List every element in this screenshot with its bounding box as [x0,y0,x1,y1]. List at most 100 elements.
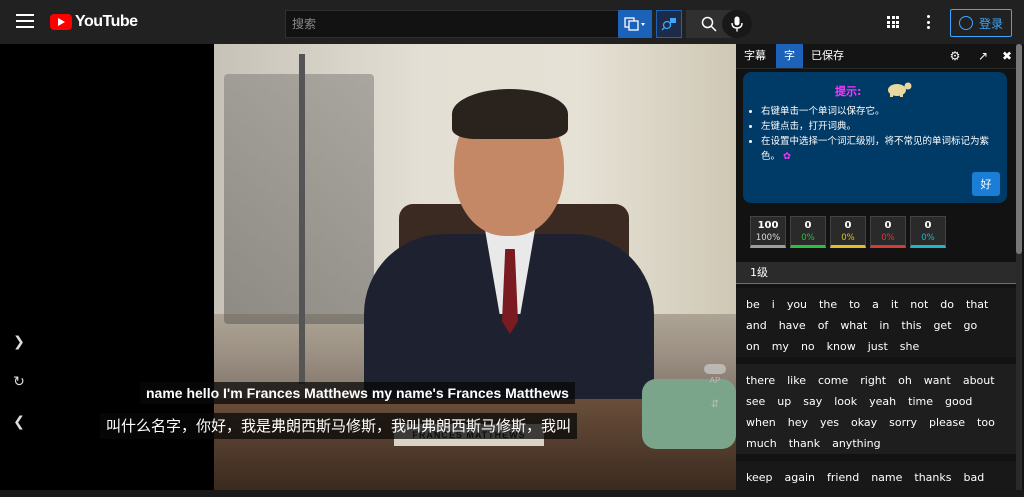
panel-scrollbar[interactable] [1016,44,1022,497]
level-heading: 1级 [736,262,1016,284]
gear-icon[interactable]: ⚙ [948,49,962,63]
word-item[interactable]: please [929,412,965,433]
apps-grid-icon[interactable] [887,16,899,28]
stat-level-3[interactable]: 0 0% [870,216,906,248]
word-item[interactable]: up [777,391,791,412]
word-item[interactable]: be [746,294,760,315]
overlay-label: AP [709,376,721,385]
word-item[interactable]: about [963,370,995,391]
stat-level-4[interactable]: 0 0% [910,216,946,248]
stat-level-0[interactable]: 100 100% [750,216,786,248]
word-item[interactable]: look [834,391,857,412]
word-item[interactable]: there [746,370,775,391]
word-item[interactable]: my [772,336,789,357]
word-item[interactable]: to [849,294,860,315]
page-bottom-edge [0,490,1024,497]
word-item[interactable]: i [772,294,775,315]
stat-level-1[interactable]: 0 0% [790,216,826,248]
word-item[interactable]: get [933,315,951,336]
word-item[interactable]: want [924,370,951,391]
tab-words[interactable]: 字 [776,44,803,68]
word-item[interactable]: in [879,315,889,336]
word-item[interactable]: much [746,433,777,454]
word-item[interactable]: know [827,336,856,357]
word-item[interactable]: thank [789,433,820,454]
word-item[interactable]: no [801,336,815,357]
word-item[interactable]: it [891,294,898,315]
word-item[interactable]: this [901,315,921,336]
word-item[interactable]: when [746,412,776,433]
word-item[interactable]: that [966,294,988,315]
word-item[interactable]: yeah [869,391,896,412]
word-item[interactable]: right [860,370,886,391]
word-item[interactable]: not [910,294,928,315]
word-item[interactable]: good [945,391,972,412]
subtitle-panel: 字幕 字 已保存 ⚙ ↗ ✖ 提示: 右键单击一个单词以保存它。 左键点击，打开… [736,44,1024,497]
translate-extension-button[interactable] [618,10,652,38]
dictionary-search-icon [661,18,676,31]
word-item[interactable]: again [785,467,816,488]
more-options-icon[interactable] [926,15,930,29]
search-input[interactable] [285,10,618,38]
youtube-logo[interactable]: YouTube [50,13,138,31]
word-item[interactable]: say [803,391,822,412]
word-item[interactable]: do [940,294,954,315]
word-item[interactable]: and [746,315,767,336]
word-item[interactable]: okay [851,412,877,433]
microphone-icon [731,16,743,32]
word-group: there like come right oh want about see up say loo… [736,364,1016,454]
word-item[interactable]: of [818,315,829,336]
word-item[interactable]: you [787,294,807,315]
ok-button[interactable]: 好 [972,172,1000,196]
settings-gear-icon: ✿ [783,151,792,162]
toggle-icon [704,364,726,374]
voice-search-button[interactable] [722,10,752,38]
word-item[interactable]: what [840,315,867,336]
word-item[interactable]: bad [964,467,985,488]
subtitle-toggle[interactable]: AP ⇵ [700,364,730,410]
word-item[interactable]: see [746,391,765,412]
scrollbar-thumb[interactable] [1016,44,1022,254]
dictionary-extension-button[interactable] [656,10,682,38]
word-item[interactable]: have [779,315,806,336]
turtle-icon [888,82,912,97]
word-item[interactable]: on [746,336,760,357]
word-item[interactable]: friend [827,467,859,488]
up-down-arrows-icon: ⇵ [710,399,720,410]
sign-in-button[interactable]: 登录 [950,9,1012,37]
word-item[interactable]: name [871,467,902,488]
word-item[interactable]: she [900,336,919,357]
word-item[interactable]: thanks [914,467,951,488]
chevron-right-icon[interactable]: ❯ [12,334,26,348]
refresh-icon[interactable]: ↻ [12,374,26,388]
tab-saved[interactable]: 已保存 [803,44,852,68]
search-bar [285,10,732,38]
sign-in-label: 登录 [978,16,1003,31]
word-item[interactable]: a [872,294,879,315]
word-item[interactable]: sorry [889,412,917,433]
video-player[interactable]: FRANCES MATTHEWS ❯ ↻ ❮ AP ⇵ name hello I… [0,44,736,490]
chevron-left-icon[interactable]: ❮ [12,414,26,428]
menu-icon[interactable] [16,14,34,28]
export-icon[interactable]: ↗ [976,49,990,63]
word-item[interactable]: go [964,315,978,336]
word-item[interactable]: just [868,336,888,357]
subtitle-chinese[interactable]: 叫什么名字，你好，我是弗朗西斯马修斯，我叫弗朗西斯马修斯，我叫 [100,413,578,439]
word-item[interactable]: too [977,412,995,433]
hint-item: 左键点击，打开词典。 [761,119,1005,134]
word-item[interactable]: anything [832,433,881,454]
tab-subtitles[interactable]: 字幕 [736,44,774,68]
word-item[interactable]: the [819,294,837,315]
word-item[interactable]: keep [746,467,773,488]
word-item[interactable]: oh [898,370,912,391]
word-item[interactable]: yes [820,412,839,433]
word-item[interactable]: hey [788,412,808,433]
word-item[interactable]: time [908,391,933,412]
stat-level-2[interactable]: 0 0% [830,216,866,248]
close-icon[interactable]: ✖ [1000,49,1014,63]
word-item[interactable]: come [818,370,848,391]
hint-box: 提示: 右键单击一个单词以保存它。 左键点击，打开词典。 在设置中选择一个词汇级… [743,72,1007,203]
subtitle-english[interactable]: name hello I'm Frances Matthews my name'… [140,382,575,404]
youtube-play-icon [50,14,72,30]
word-item[interactable]: like [787,370,806,391]
